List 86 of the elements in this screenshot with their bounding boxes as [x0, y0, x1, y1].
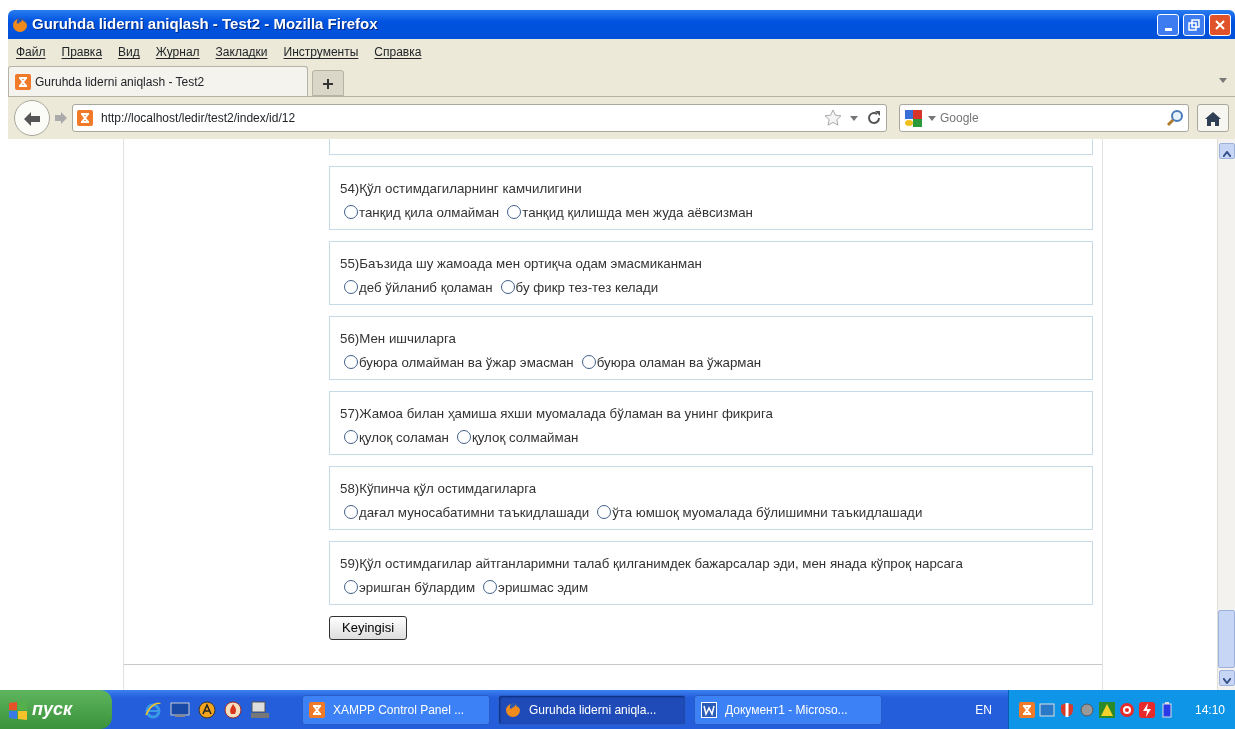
scroll-down-button[interactable]	[1218, 670, 1235, 686]
option-label: қулоқ солмайман	[471, 429, 579, 445]
firefox-icon	[505, 701, 521, 718]
minimize-button[interactable]	[1157, 13, 1179, 36]
url-text: http://localhost/ledir/test2/index/id/12	[101, 110, 297, 127]
back-arrow-icon	[23, 110, 41, 127]
option-label: эришмас эдим	[498, 579, 589, 595]
language-indicator[interactable]: EN	[967, 700, 1000, 719]
menu-item[interactable]: Вид	[110, 43, 148, 61]
restore-button[interactable]	[1183, 13, 1205, 36]
chevron-down-icon	[1222, 677, 1231, 684]
scroll-up-button[interactable]	[1218, 143, 1235, 159]
warning-icon[interactable]	[1098, 701, 1115, 718]
option-label: дағал муносабатимни таъкидлашади	[359, 504, 590, 520]
option-label: деб ўйланиб қоламан	[359, 279, 493, 295]
question-text: 55)Баъзида шу жамоада мен ортиқча одам эмасмиканман	[339, 255, 703, 273]
radio-button[interactable]	[597, 504, 612, 519]
radio-button[interactable]	[344, 579, 358, 594]
option-label: танқид қилишда мен жуда аёвсизман	[522, 204, 753, 220]
home-button[interactable]	[1197, 104, 1229, 132]
restore-icon	[1188, 19, 1200, 32]
browser-tab[interactable]: Guruhda liderni aniqlash - Test2	[8, 66, 308, 96]
dropdown-icon[interactable]	[850, 115, 858, 121]
new-tab-button[interactable]	[312, 70, 344, 96]
google-logo-icon	[904, 108, 924, 128]
question-text: 57)Жамоа билан ҳамиша яхши муомалада бўламан ва унинг фикрига	[339, 405, 774, 423]
close-icon	[1214, 19, 1226, 32]
radio-button[interactable]	[456, 429, 471, 444]
bookmark-star-icon[interactable]	[824, 109, 842, 127]
option-label: эришган бўлардим	[359, 579, 476, 595]
chevron-up-icon	[1222, 150, 1231, 157]
question-text: 54)Қўл остимдагиларнинг камчилигини	[339, 180, 583, 198]
home-icon	[1205, 111, 1221, 126]
menu-item[interactable]: Файл	[8, 43, 54, 61]
browser-e-icon[interactable]	[144, 700, 162, 719]
option-label: танқид қила олмайман	[359, 204, 500, 220]
option-label: бу фикр тез-тез келади	[515, 279, 659, 295]
menu-item[interactable]: Инструменты	[275, 43, 367, 61]
radio-button[interactable]	[344, 429, 358, 444]
radio-button[interactable]	[500, 279, 515, 294]
radio-button[interactable]	[581, 354, 596, 369]
flame-icon[interactable]	[224, 700, 242, 719]
close-button[interactable]	[1209, 13, 1231, 36]
search-bar[interactable]: Google	[899, 104, 1189, 132]
minimize-icon	[1164, 27, 1172, 31]
address-field[interactable]: http://localhost/ledir/test2/index/id/12	[72, 104, 887, 132]
reload-icon[interactable]	[866, 110, 882, 126]
clock: 14:10	[1194, 701, 1225, 719]
option-label: қулоқ соламан	[359, 429, 449, 445]
option-label: буюра оламан ва ўжарман	[596, 354, 762, 370]
menu-item[interactable]: Правка	[53, 43, 111, 61]
circle-a-icon[interactable]	[198, 700, 216, 719]
menu-item[interactable]: Закладки	[207, 43, 276, 61]
search-icon[interactable]	[1166, 109, 1184, 127]
taskbar-button[interactable]: Документ1 - Microso...	[694, 694, 882, 725]
question-text: 56)Мен ишчиларга	[339, 330, 457, 348]
firefox-icon	[12, 16, 28, 33]
dropdown-icon[interactable]	[928, 115, 936, 121]
back-button[interactable]	[14, 100, 50, 136]
shield-icon[interactable]	[1058, 701, 1075, 718]
computer-icon[interactable]	[250, 700, 270, 719]
next-button[interactable]: Keyingisi	[329, 616, 408, 640]
question-text: 59)Қўл остимдагилар айтганларимни талаб қилганимдек бажарсалар эди, мен янада кўпроқ нарсага	[339, 555, 964, 573]
menu-item[interactable]: Справка	[366, 43, 430, 61]
scroll-thumb[interactable]	[1218, 610, 1235, 668]
option-label: ўта юмшоқ муомалада бўлишимни таъкидлашади	[612, 504, 923, 520]
taskbar-button[interactable]: XAMPP Control Panel ...	[302, 694, 490, 725]
radio-button[interactable]	[344, 279, 358, 294]
radio-button[interactable]	[344, 504, 358, 519]
radio-button[interactable]	[344, 204, 358, 219]
option-label: буюра олмайман ва ўжар эмасман	[359, 354, 574, 370]
plus-icon	[322, 78, 334, 91]
desktop-icon[interactable]	[170, 701, 190, 718]
question-text: 58)Кўпинча қўл остимдагиларга	[339, 480, 538, 498]
taskbar-button[interactable]: Guruhda liderni aniqla...	[498, 694, 686, 725]
scrollbar[interactable]	[1217, 139, 1235, 690]
menu-item[interactable]: Журнал	[147, 43, 208, 61]
word-w-icon	[701, 701, 717, 718]
windows-logo-icon	[8, 699, 28, 720]
lightning-icon[interactable]	[1138, 701, 1155, 718]
window-title: Guruhda liderni aniqlash - Test2 - Mozilla Firefox	[32, 14, 379, 35]
target-icon[interactable]	[1118, 701, 1135, 718]
tab-list-icon[interactable]	[1219, 78, 1227, 84]
radio-button[interactable]	[507, 204, 522, 219]
radio-button[interactable]	[344, 354, 358, 369]
radio-button[interactable]	[483, 579, 498, 594]
